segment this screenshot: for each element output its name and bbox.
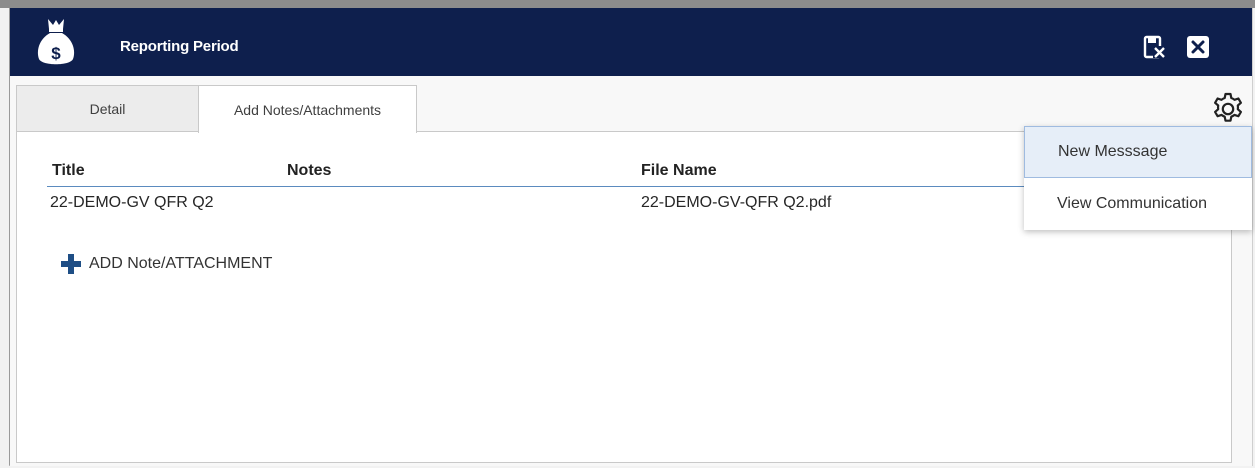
window-title: Reporting Period xyxy=(120,38,239,55)
background-strip xyxy=(0,0,1255,8)
reporting-period-window: $ Reporting Period Detail Add Notes/Atta… xyxy=(9,8,1253,466)
column-header-notes: Notes xyxy=(287,162,332,179)
svg-text:$: $ xyxy=(51,44,61,63)
save-close-icon[interactable] xyxy=(1143,35,1167,59)
row-title-cell[interactable]: 22-DEMO-GV QFR Q2 xyxy=(50,194,214,212)
tab-label: Detail xyxy=(89,100,126,117)
menu-item-label: New Messsage xyxy=(1058,143,1168,160)
plus-icon xyxy=(61,254,81,274)
money-bag-icon: $ xyxy=(37,19,75,65)
menu-item-new-message[interactable]: New Messsage xyxy=(1024,126,1252,178)
menu-item-label: View Communication xyxy=(1057,195,1207,212)
add-note-attachment-label: ADD Note/ATTACHMENT xyxy=(89,255,273,272)
tab-detail[interactable]: Detail xyxy=(16,85,199,131)
column-header-file-name: File Name xyxy=(641,162,717,179)
gear-icon[interactable] xyxy=(1210,91,1246,127)
add-note-attachment-button[interactable]: ADD Note/ATTACHMENT xyxy=(61,254,272,274)
tab-add-notes-attachments[interactable]: Add Notes/Attachments xyxy=(198,85,417,133)
menu-item-view-communication[interactable]: View Communication xyxy=(1024,178,1252,230)
title-bar: $ Reporting Period xyxy=(10,8,1252,76)
column-header-title: Title xyxy=(52,162,85,179)
close-icon[interactable] xyxy=(1186,35,1210,59)
settings-dropdown-menu: New Messsage View Communication xyxy=(1024,126,1252,230)
tab-label: Add Notes/Attachments xyxy=(233,101,382,118)
row-file-name-cell[interactable]: 22-DEMO-GV-QFR Q2.pdf xyxy=(641,194,831,212)
